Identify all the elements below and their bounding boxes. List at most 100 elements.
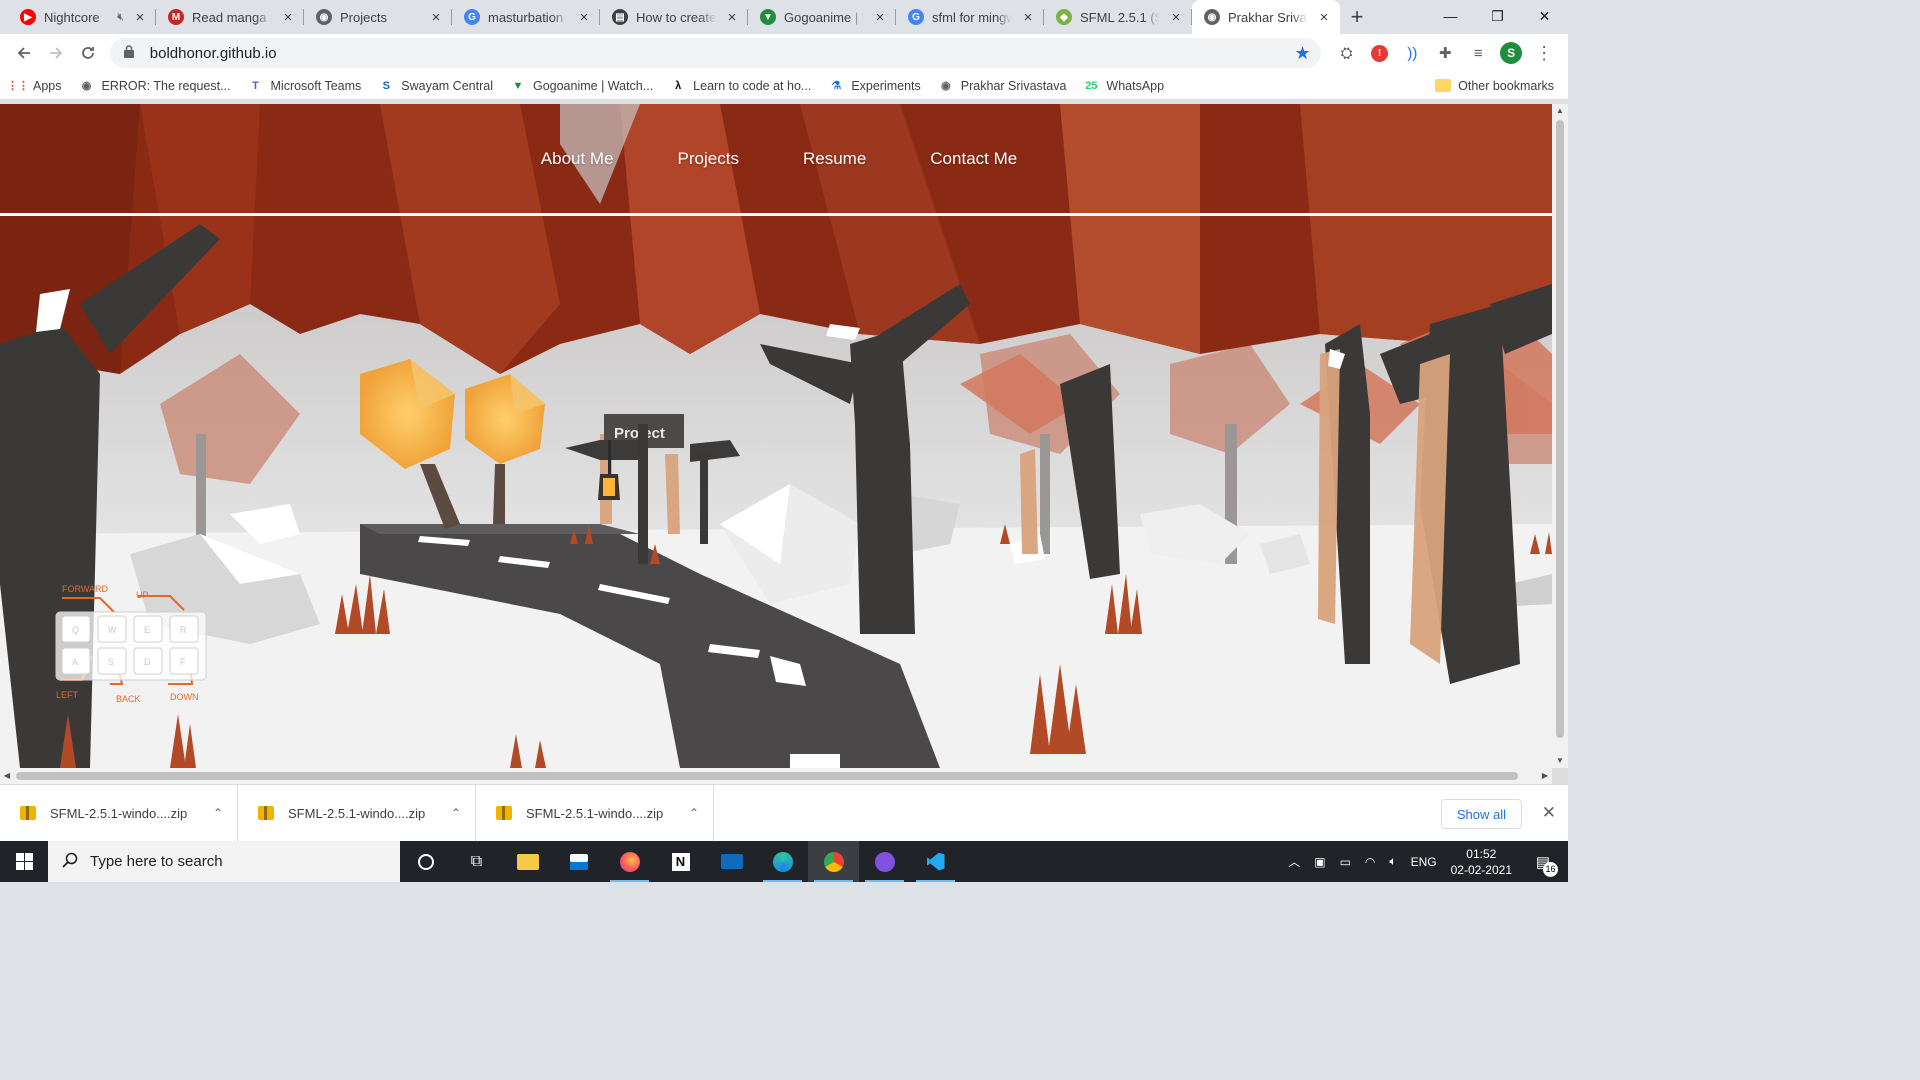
tab-3[interactable]: Gmasturbation in × xyxy=(452,0,600,34)
edge-icon[interactable] xyxy=(757,841,808,882)
bookmark-6[interactable]: ⚗ Experiments xyxy=(828,78,920,94)
back-button[interactable] xyxy=(8,37,40,69)
other-bookmarks[interactable]: Other bookmarks xyxy=(1435,79,1554,93)
firefox-icon[interactable] xyxy=(604,841,655,882)
bookmark-1[interactable]: ◉ ERROR: The request... xyxy=(79,78,231,94)
show-all-button[interactable]: Show all xyxy=(1440,799,1522,829)
chevron-up-icon[interactable]: ⌃ xyxy=(451,806,461,820)
download-item[interactable]: SFML-2.5.1-windo....zip ⌃ xyxy=(0,784,238,842)
file-explorer-icon[interactable] xyxy=(502,841,553,882)
h-scroll-thumb[interactable] xyxy=(16,772,1518,780)
horizontal-scrollbar[interactable]: ◀ ▶ xyxy=(0,768,1552,784)
close-window-button[interactable]: ✕ xyxy=(1521,0,1568,32)
tab-7[interactable]: ◆ SFML 2.5.1 (SFML × xyxy=(1044,0,1192,34)
close-tab-icon[interactable]: × xyxy=(280,9,296,26)
nav-resume[interactable]: Resume xyxy=(803,149,866,169)
tab-title: SFML 2.5.1 (SFML xyxy=(1080,9,1160,25)
nav-about-me[interactable]: About Me xyxy=(541,149,614,169)
bookmark-label: Apps xyxy=(33,78,62,93)
store-icon[interactable] xyxy=(553,841,604,882)
globe-icon: ◉ xyxy=(316,9,332,25)
tab-title: Gogoanime | Watch xyxy=(784,9,864,25)
read-aloud-icon[interactable]: )) xyxy=(1396,37,1428,69)
address-bar[interactable]: boldhonor.github.io ★ xyxy=(109,38,1321,68)
muted-icon[interactable]: 🔇︎ xyxy=(117,11,124,24)
forward-label: FORWARD xyxy=(62,584,108,594)
chrome-icon[interactable] xyxy=(808,841,859,882)
volume-icon[interactable]: 🔈︎ xyxy=(1389,854,1396,869)
gogoanime-icon: ▼ xyxy=(760,9,776,25)
url-text[interactable]: boldhonor.github.io xyxy=(150,45,1295,62)
reload-button[interactable] xyxy=(72,37,104,69)
bookmark-0[interactable]: ⋮⋮ Apps xyxy=(7,78,62,94)
close-icon[interactable]: ✕ xyxy=(1542,803,1556,823)
cortana-icon[interactable] xyxy=(400,841,451,882)
maximize-button[interactable]: ❐ xyxy=(1474,0,1521,32)
close-tab-icon[interactable]: × xyxy=(1168,9,1184,26)
tab-4[interactable]: ▤ How to create a × xyxy=(600,0,748,34)
nav-projects[interactable]: Projects xyxy=(678,149,739,169)
wifi-icon[interactable]: ◠ xyxy=(1365,855,1375,869)
adblock-icon[interactable]: ! xyxy=(1364,37,1396,69)
close-tab-icon[interactable]: × xyxy=(1020,9,1036,26)
tab-8[interactable]: ◉ Prakhar Srivastava × xyxy=(1192,0,1340,34)
mail-icon[interactable] xyxy=(706,841,757,882)
kebab-menu-icon[interactable]: ⋮ xyxy=(1528,37,1560,69)
bookmark-5[interactable]: λ Learn to code at ho... xyxy=(670,78,811,94)
scroll-down-arrow[interactable]: ▼ xyxy=(1552,754,1568,768)
notion-icon[interactable]: N xyxy=(655,841,706,882)
chevron-up-icon[interactable]: ⌃ xyxy=(689,806,699,820)
close-tab-icon[interactable]: × xyxy=(132,9,148,26)
bookmark-7[interactable]: ◉ Prakhar Srivastava xyxy=(938,78,1066,94)
profile-button[interactable]: S xyxy=(1495,37,1527,69)
tab-1[interactable]: M Read manga online × xyxy=(156,0,304,34)
bookmark-8[interactable]: 25 WhatsApp xyxy=(1083,78,1164,94)
vertical-scrollbar[interactable]: ▲ ▼ xyxy=(1552,104,1568,768)
tab-0[interactable]: ▶ Nightcore 🔇︎ × xyxy=(8,0,156,34)
close-tab-icon[interactable]: × xyxy=(724,9,740,26)
scroll-thumb[interactable] xyxy=(1556,120,1564,738)
puzzle-icon[interactable]: ✚ xyxy=(1429,37,1461,69)
nav-contact-me[interactable]: Contact Me xyxy=(930,149,1017,169)
meet-now-icon[interactable]: ▣ xyxy=(1314,855,1325,869)
start-button[interactable] xyxy=(0,841,48,882)
language-indicator[interactable]: ENG xyxy=(1411,855,1437,869)
vscode-icon[interactable] xyxy=(910,841,961,882)
chevron-up-icon[interactable]: ︿ xyxy=(1288,853,1300,870)
download-item[interactable]: SFML-2.5.1-windo....zip ⌃ xyxy=(238,784,476,842)
close-tab-icon[interactable]: × xyxy=(428,9,444,26)
bookmark-4[interactable]: ▼ Gogoanime | Watch... xyxy=(510,78,654,94)
close-tab-icon[interactable]: × xyxy=(1316,9,1332,26)
close-tab-icon[interactable]: × xyxy=(576,9,592,26)
tab-5[interactable]: ▼ Gogoanime | Watch × xyxy=(748,0,896,34)
tab-6[interactable]: Gsfml for mingw × xyxy=(896,0,1044,34)
github-desktop-icon[interactable] xyxy=(859,841,910,882)
chevron-up-icon[interactable]: ⌃ xyxy=(213,806,223,820)
download-item[interactable]: SFML-2.5.1-windo....zip ⌃ xyxy=(476,784,714,842)
notification-count: 16 xyxy=(1543,861,1558,877)
action-center-icon[interactable]: ▤ 16 xyxy=(1526,853,1560,877)
minimize-button[interactable]: — xyxy=(1427,0,1474,32)
tab-2[interactable]: ◉ Projects × xyxy=(304,0,452,34)
bookmark-star-icon[interactable]: ★ xyxy=(1294,43,1310,64)
tab-title: Read manga online xyxy=(192,9,272,25)
lock-icon xyxy=(123,45,140,61)
forward-button[interactable] xyxy=(40,37,72,69)
task-view-icon[interactable]: ⧉ xyxy=(451,841,502,882)
taskbar-search[interactable]: Type here to search xyxy=(48,841,400,882)
bookmark-2[interactable]: T Microsoft Teams xyxy=(248,78,361,94)
extension-icon[interactable]: ⛭ xyxy=(1331,37,1363,69)
close-tab-icon[interactable]: × xyxy=(872,9,888,26)
scroll-left-arrow[interactable]: ◀ xyxy=(0,768,14,784)
scroll-up-arrow[interactable]: ▲ xyxy=(1552,104,1568,118)
google-icon: G xyxy=(464,9,480,25)
bookmark-3[interactable]: S Swayam Central xyxy=(378,78,493,94)
new-tab-button[interactable]: + xyxy=(1340,0,1374,34)
media-control-icon[interactable]: ≡ xyxy=(1462,37,1494,69)
battery-icon[interactable]: ▭ xyxy=(1340,855,1351,869)
scroll-right-arrow[interactable]: ▶ xyxy=(1538,768,1552,784)
google-icon: G xyxy=(908,9,924,25)
clock[interactable]: 01:52 02-02-2021 xyxy=(1451,846,1512,878)
tab-title: Projects xyxy=(340,9,387,25)
windows-taskbar: Type here to search ⧉ N ︿ ▣ ▭ ◠ 🔈︎ ENG 0… xyxy=(0,841,1568,882)
